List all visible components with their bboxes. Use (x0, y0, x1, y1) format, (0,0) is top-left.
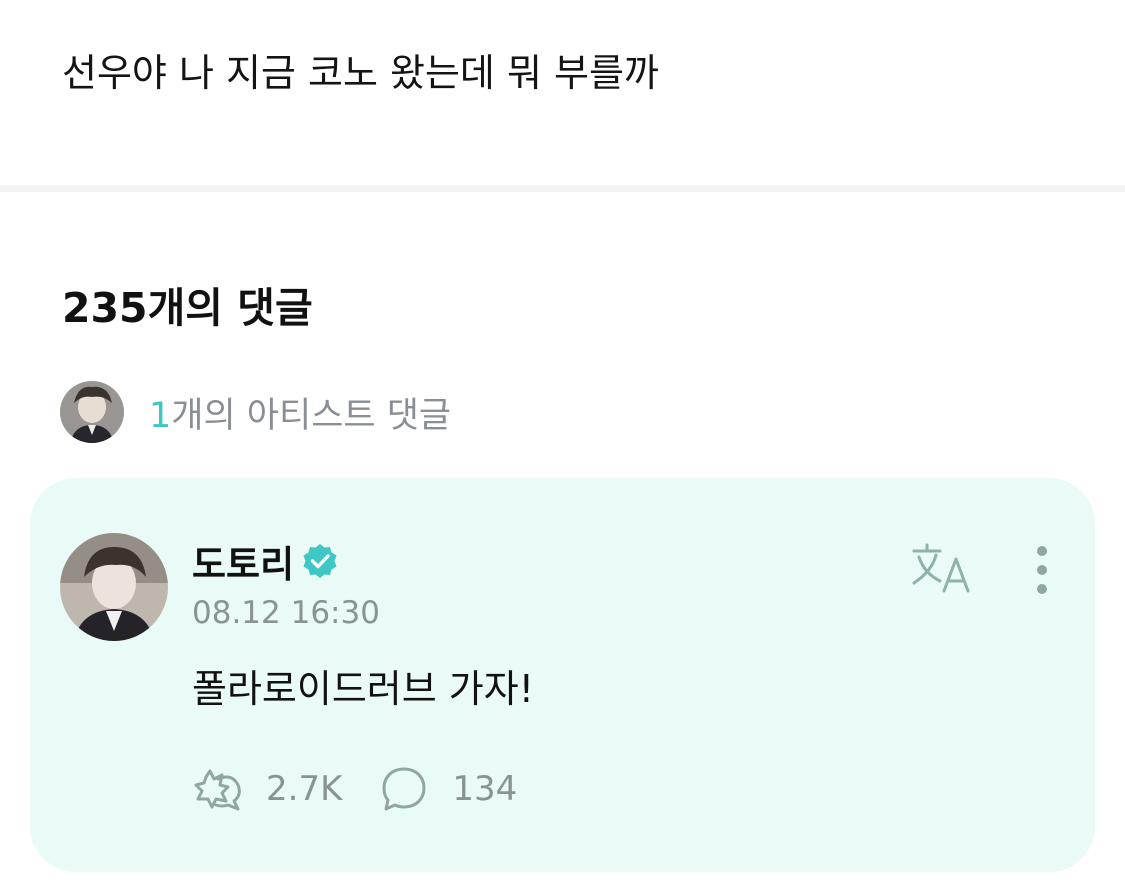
like-button[interactable]: 2.7K (192, 765, 342, 813)
comment-text: 폴라로이드러브 가자! (192, 667, 534, 711)
author-avatar[interactable] (60, 533, 168, 641)
comment-count-heading: 235개의 댓글 (62, 284, 313, 332)
artist-comments-label: 1개의 아티스트 댓글 (149, 387, 451, 438)
post-text: 선우야 나 지금 코노 왔는데 뭐 부를까 (62, 51, 659, 95)
comment-timestamp: 08.12 16:30 (192, 595, 380, 631)
artist-comments-filter[interactable]: 1개의 아티스트 댓글 (60, 381, 451, 443)
verified-badge-icon (303, 544, 337, 578)
artist-avatar (60, 381, 124, 443)
like-icon (194, 769, 241, 811)
comment-actions: 2.7K 134 (192, 763, 517, 815)
more-vertical-icon[interactable] (1028, 544, 1056, 596)
author-name[interactable]: 도토리 (192, 534, 294, 588)
comment-bubble-icon (382, 767, 426, 811)
reply-button[interactable]: 134 (378, 765, 517, 813)
post-screen: 선우야 나 지금 코노 왔는데 뭐 부를까 235개의 댓글 1개의 아티스트 … (0, 0, 1125, 884)
artist-comment-count: 1 (149, 395, 172, 436)
reply-count: 134 (452, 769, 518, 809)
translate-icon[interactable] (910, 541, 974, 595)
like-count: 2.7K (266, 769, 343, 809)
author-row: 도토리 (192, 536, 339, 586)
artist-comment-card: 도토리 08.12 16:30 폴라로이드러브 가자! 2.7K 134 (30, 478, 1095, 872)
artist-comment-text: 개의 아티스트 댓글 (171, 395, 452, 436)
section-divider (0, 185, 1125, 192)
